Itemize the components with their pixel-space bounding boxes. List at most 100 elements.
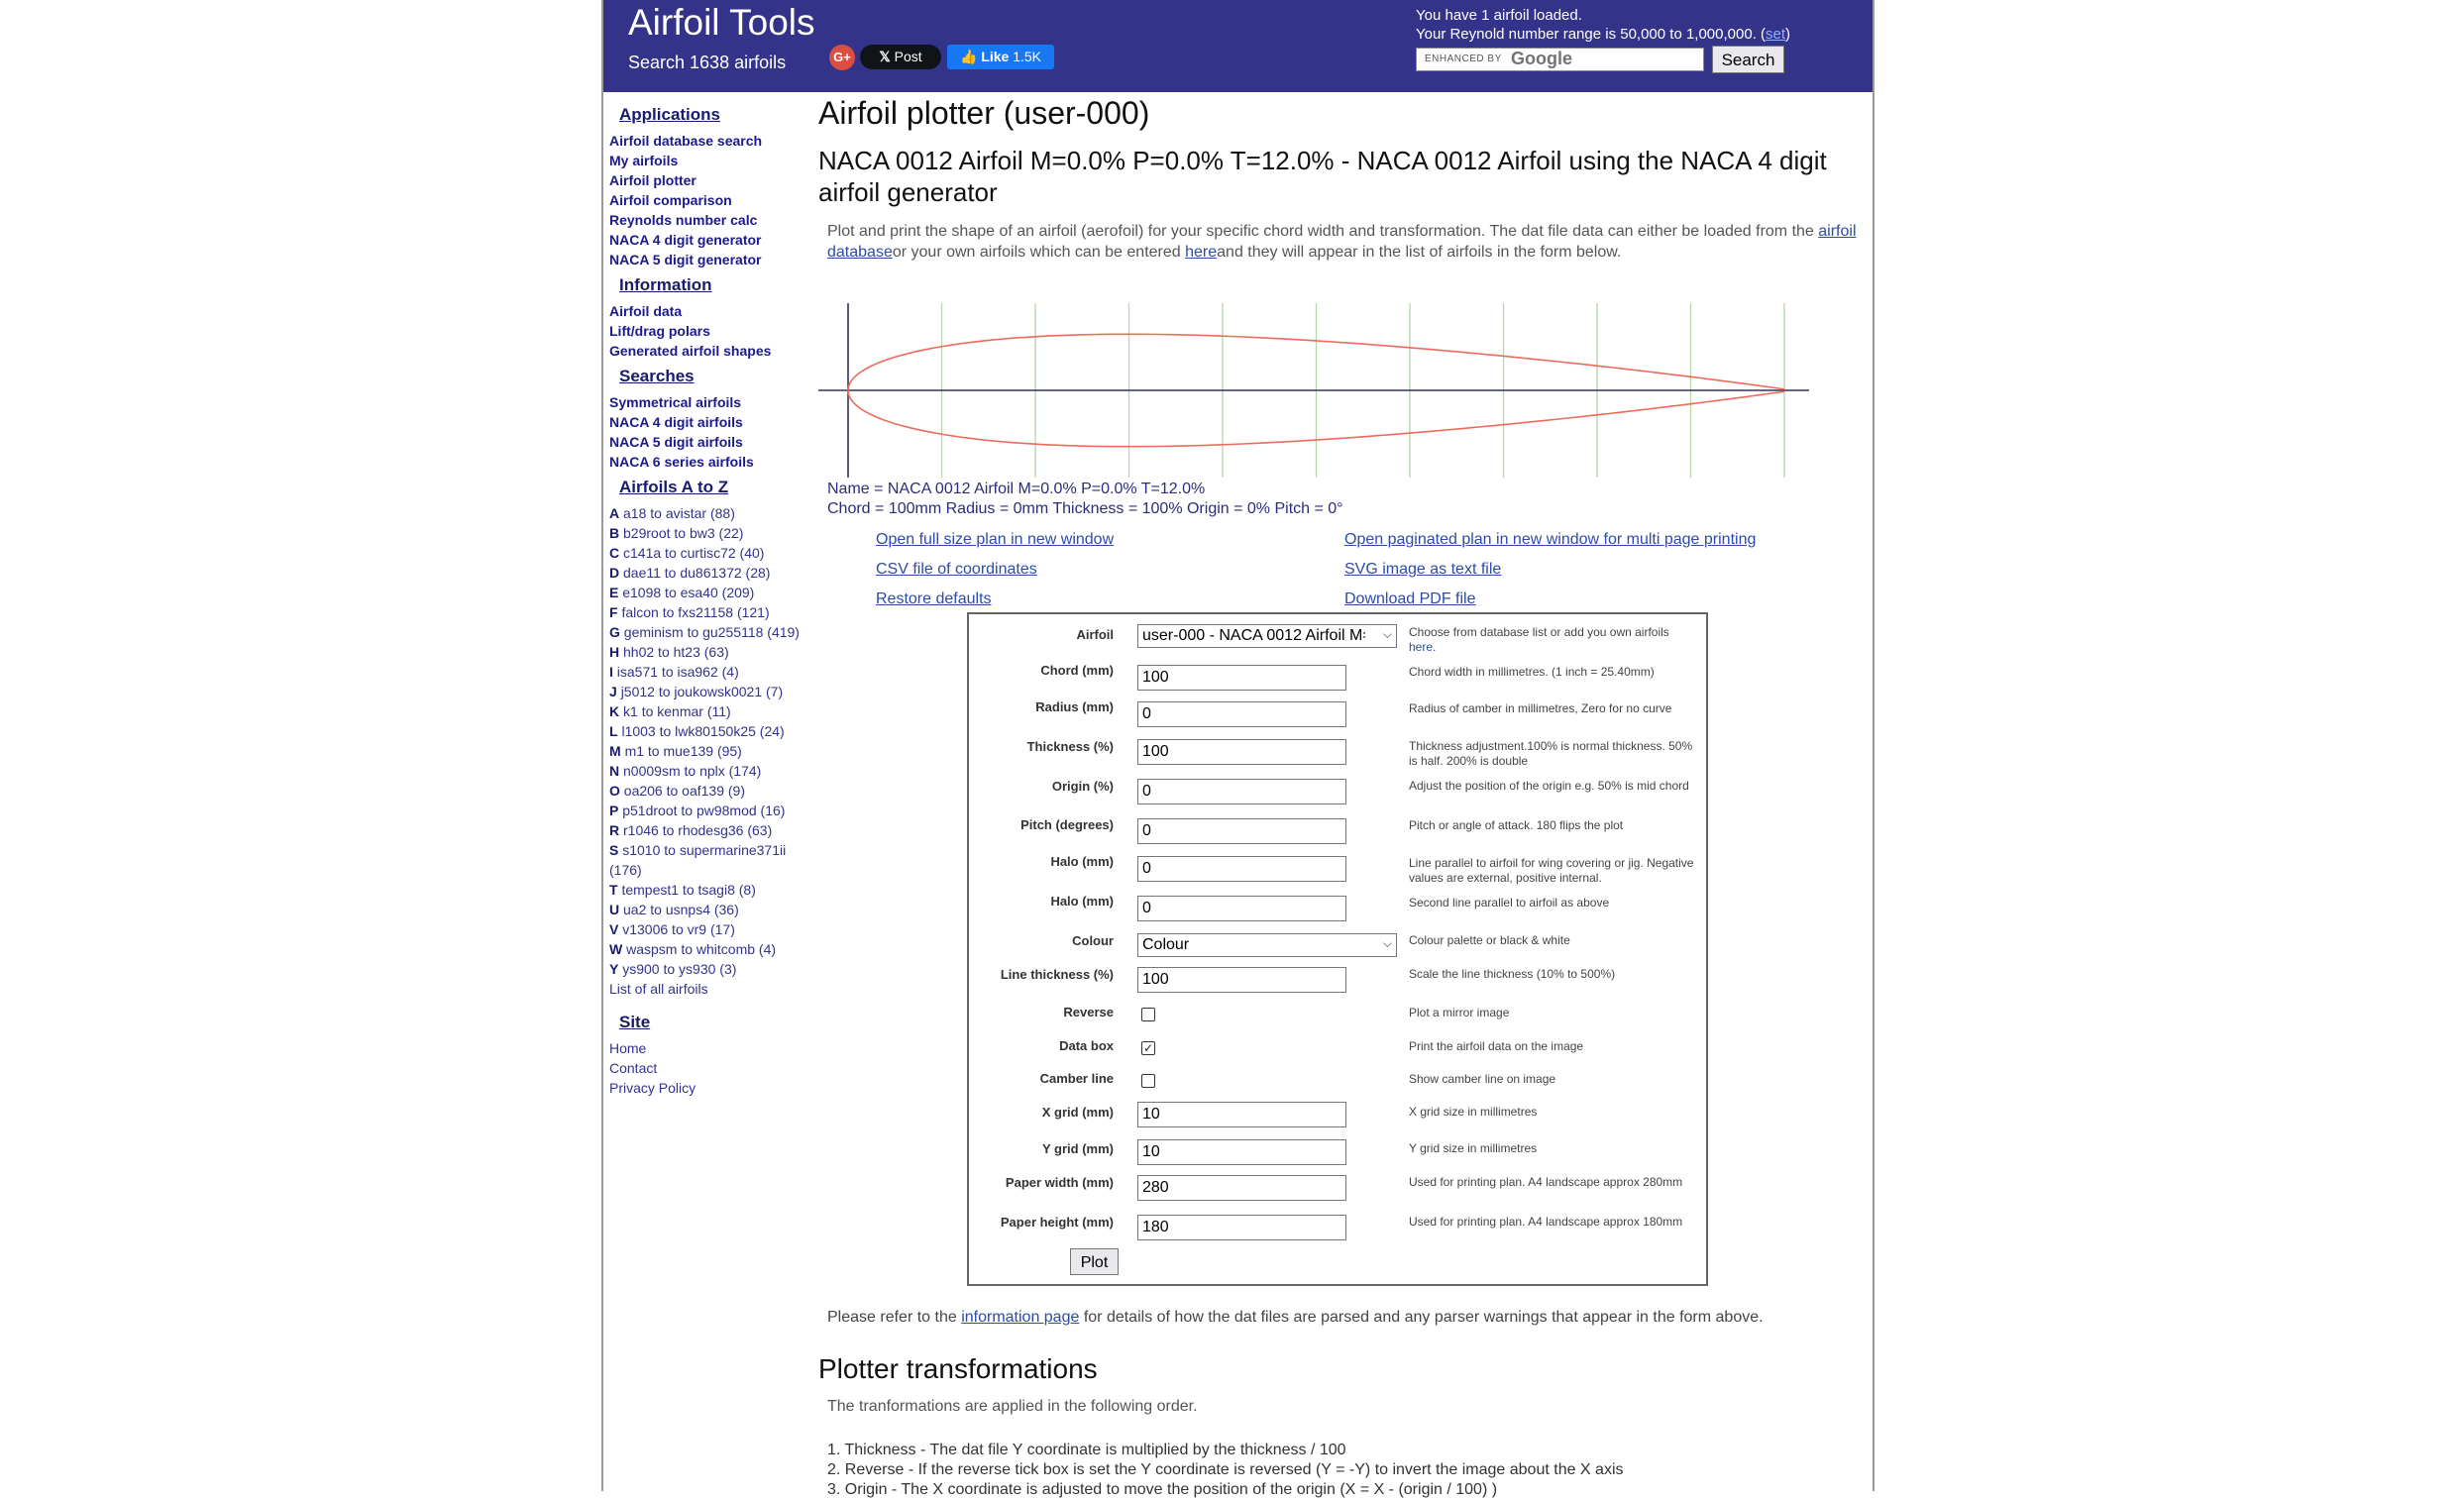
sidebar-site-link[interactable]: Privacy Policy [609, 1078, 807, 1098]
sidebar-az-link[interactable]: T tempest1 to tsagi8 (8) [609, 880, 807, 900]
sidebar-az-link[interactable]: L l1003 to lwk80150k25 (24) [609, 721, 807, 741]
sidebar-az-link[interactable]: Y ys900 to ys930 (3) [609, 959, 807, 979]
reynolds-range-text: Your Reynold number range is 50,000 to 1… [1416, 26, 1767, 43]
sidebar-application-link[interactable]: Airfoil comparison [609, 190, 807, 210]
data-box-checkbox[interactable]: ✓ [1141, 1041, 1155, 1055]
halo-1-input[interactable]: 0 [1137, 856, 1346, 882]
open-full-size-plan-link[interactable]: Open full size plan in new window [876, 525, 1114, 555]
pitch-label: Pitch (degrees) [1020, 817, 1114, 832]
sidebar-search-link[interactable]: NACA 4 digit airfoils [609, 412, 807, 432]
sidebar-site-link[interactable]: Contact [609, 1058, 807, 1078]
airfoil-help-end: . [1433, 640, 1437, 654]
restore-defaults-link[interactable]: Restore defaults [876, 585, 1114, 614]
sidebar-az-link[interactable]: N n0009sm to nplx (174) [609, 761, 807, 781]
csv-coordinates-link[interactable]: CSV file of coordinates [876, 555, 1114, 585]
airfoil-help-text: Choose from database list or add you own… [1409, 625, 1669, 639]
sidebar-information-link[interactable]: Airfoil data [609, 301, 807, 321]
sidebar-application-link[interactable]: NACA 5 digit generator [609, 250, 807, 269]
az-range: v13006 to vr9 (17) [622, 921, 735, 937]
sidebar-application-link[interactable]: Airfoil database search [609, 131, 807, 151]
y-grid-input[interactable]: 10 [1137, 1139, 1346, 1165]
az-letter: M [609, 743, 621, 759]
halo-2-input[interactable]: 0 [1137, 896, 1346, 921]
sidebar-az-link[interactable]: A a18 to avistar (88) [609, 503, 807, 523]
az-range: waspsm to whitcomb (4) [626, 941, 777, 957]
sidebar-az-link[interactable]: W waspsm to whitcomb (4) [609, 939, 807, 959]
list-of-all-airfoils-link[interactable]: List of all airfoils [609, 979, 807, 999]
sidebar-az-link[interactable]: C c141a to curtisc72 (40) [609, 543, 807, 563]
az-letter: O [609, 783, 620, 799]
airfoil-select[interactable]: user-000 - NACA 0012 Airfoil M=0.0% P=0.… [1137, 624, 1397, 648]
sidebar-application-link[interactable]: Airfoil plotter [609, 170, 807, 190]
airfoil-plot [818, 303, 1809, 478]
plot-button[interactable]: Plot [1070, 1248, 1119, 1275]
x-post-button[interactable]: 𝕏 Post [860, 45, 941, 69]
sidebar-az-link[interactable]: B b29root to bw3 (22) [609, 523, 807, 543]
az-letter: U [609, 902, 620, 917]
airfoil-subtitle: NACA 0012 Airfoil M=0.0% P=0.0% T=12.0% … [818, 146, 1827, 207]
open-paginated-plan-link[interactable]: Open paginated plan in new window for mu… [1344, 525, 1756, 555]
site-title-link[interactable]: Airfoil Tools [628, 0, 815, 46]
google-plus-button[interactable]: G+ [829, 45, 855, 70]
line-thickness-input[interactable]: 100 [1137, 967, 1346, 993]
origin-input[interactable]: 0 [1137, 779, 1346, 804]
reverse-checkbox[interactable] [1141, 1008, 1155, 1021]
az-letter: K [609, 703, 620, 719]
search-button[interactable]: Search [1712, 46, 1784, 73]
sidebar-az-link[interactable]: R r1046 to rhodesg36 (63) [609, 820, 807, 840]
az-range: s1010 to supermarine371ii (176) [609, 842, 787, 878]
sidebar-az-link[interactable]: D dae11 to du861372 (28) [609, 563, 807, 583]
pitch-input[interactable]: 0 [1137, 818, 1346, 844]
sidebar-site-link[interactable]: Home [609, 1038, 807, 1058]
origin-help: Adjust the position of the origin e.g. 5… [1409, 779, 1689, 793]
intro-paragraph: Plot and print the shape of an airfoil (… [827, 221, 1868, 263]
sidebar-az-link[interactable]: F falcon to fxs21158 (121) [609, 602, 807, 622]
sidebar-az-link[interactable]: S s1010 to supermarine371ii (176) [609, 840, 807, 880]
sidebar-search-link[interactable]: NACA 5 digit airfoils [609, 432, 807, 452]
svg-image-text-link[interactable]: SVG image as text file [1344, 555, 1756, 585]
download-pdf-link[interactable]: Download PDF file [1344, 585, 1756, 614]
chord-input[interactable]: 100 [1137, 665, 1346, 691]
sidebar-az-link[interactable]: U ua2 to usnps4 (36) [609, 900, 807, 919]
sidebar-application-link[interactable]: My airfoils [609, 151, 807, 170]
sidebar-az-link[interactable]: P p51droot to pw98mod (16) [609, 801, 807, 820]
chevron-down-icon: ⌵ [1382, 936, 1392, 950]
set-reynolds-link[interactable]: set [1766, 26, 1785, 43]
az-range: p51droot to pw98mod (16) [622, 803, 786, 818]
sidebar-az-link[interactable]: J j5012 to joukowsk0021 (7) [609, 682, 807, 701]
colour-select[interactable]: Colour ⌵ [1137, 933, 1397, 957]
sidebar-information-link[interactable]: Lift/drag polars [609, 321, 807, 341]
halo-1-label: Halo (mm) [1050, 854, 1114, 869]
facebook-like-button[interactable]: 👍 Like 1.5K [947, 45, 1054, 69]
sidebar-az-link[interactable]: M m1 to mue139 (95) [609, 741, 807, 761]
sidebar-az-link[interactable]: V v13006 to vr9 (17) [609, 919, 807, 939]
sidebar-az-link[interactable]: H hh02 to ht23 (63) [609, 642, 807, 662]
line-thickness-help: Scale the line thickness (10% to 500%) [1409, 967, 1616, 981]
add-airfoil-here-link[interactable]: here [1409, 640, 1433, 654]
x-post-label: Post [894, 49, 922, 64]
paper-width-input[interactable]: 280 [1137, 1175, 1346, 1201]
information-page-link[interactable]: information page [961, 1309, 1079, 1326]
sidebar-search-link[interactable]: Symmetrical airfoils [609, 392, 807, 412]
x-grid-input[interactable]: 10 [1137, 1102, 1346, 1127]
paper-height-input[interactable]: 180 [1137, 1215, 1346, 1240]
sidebar-az-link[interactable]: K k1 to kenmar (11) [609, 701, 807, 721]
radius-input[interactable]: 0 [1137, 701, 1346, 727]
sidebar-search-link[interactable]: NACA 6 series airfoils [609, 452, 807, 472]
az-letter: S [609, 842, 619, 858]
az-range: k1 to kenmar (11) [623, 703, 731, 719]
sidebar-information-link[interactable]: Generated airfoil shapes [609, 341, 807, 361]
fb-like-count: 1.5K [1013, 49, 1042, 64]
sidebar-az-link[interactable]: I isa571 to isa962 (4) [609, 662, 807, 682]
google-search-input[interactable]: ENHANCED BY Google [1416, 48, 1704, 71]
sidebar-az-link[interactable]: G geminism to gu255118 (419) [609, 622, 807, 642]
enter-airfoil-here-link[interactable]: here [1185, 244, 1217, 261]
sidebar-application-link[interactable]: Reynolds number calc [609, 210, 807, 230]
sidebar-az-link[interactable]: E e1098 to esa40 (209) [609, 583, 807, 602]
sidebar-az-link[interactable]: O oa206 to oaf139 (9) [609, 781, 807, 801]
sidebar-application-link[interactable]: NACA 4 digit generator [609, 230, 807, 250]
plot-data-caption: Name = NACA 0012 Airfoil M=0.0% P=0.0% T… [827, 480, 1343, 519]
az-range: dae11 to du861372 (28) [623, 565, 771, 581]
camber-line-checkbox[interactable] [1141, 1074, 1155, 1088]
thickness-input[interactable]: 100 [1137, 739, 1346, 765]
